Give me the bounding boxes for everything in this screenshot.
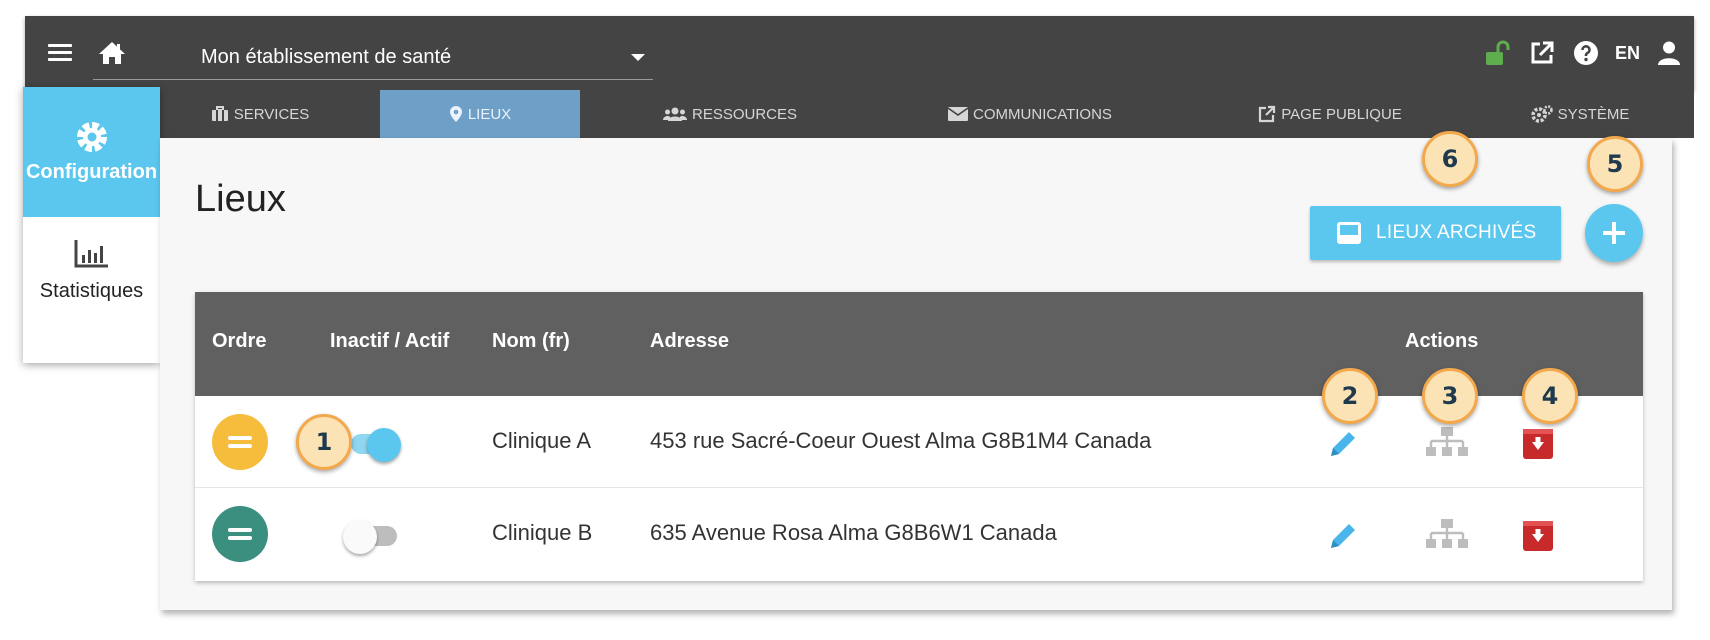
callout-3: 3 xyxy=(1422,368,1478,424)
external-link-icon[interactable] xyxy=(1527,38,1557,68)
sidebar-item-statistiques[interactable]: Statistiques xyxy=(23,217,160,347)
inbox-icon xyxy=(1337,222,1361,244)
app-screen: Mon établissement de santé EN SERVICES L… xyxy=(0,0,1710,640)
side-nav: Configuration Statistiques xyxy=(23,87,160,363)
add-location-button[interactable] xyxy=(1585,204,1643,262)
archived-button-label: LIEUX ARCHIVÉS xyxy=(1376,222,1537,243)
column-header-address: Adresse xyxy=(650,330,729,352)
help-icon[interactable] xyxy=(1571,38,1601,68)
archive-icon[interactable] xyxy=(1520,426,1556,462)
location-name: Clinique B xyxy=(492,520,593,545)
tab-systeme[interactable]: SYSTÈME xyxy=(1480,90,1680,138)
tab-lieux[interactable]: LIEUX xyxy=(380,90,580,138)
tab-label: RESSOURCES xyxy=(691,105,798,123)
top-app-bar: Mon établissement de santé EN xyxy=(25,16,1694,90)
tab-page-publique[interactable]: PAGE PUBLIQUE xyxy=(1200,90,1460,138)
tab-label: SERVICES xyxy=(233,105,310,123)
pencil-icon[interactable] xyxy=(1325,518,1361,554)
tab-services[interactable]: SERVICES xyxy=(160,90,360,138)
map-marker-icon xyxy=(449,106,462,122)
tab-label: PAGE PUBLIQUE xyxy=(1281,105,1402,123)
section-tabs: SERVICES LIEUX RESSOURCES COMMUNICATIONS… xyxy=(160,90,1694,138)
location-address: 453 rue Sacré-Coeur Ouest Alma G8B1M4 Ca… xyxy=(650,428,1152,453)
establishment-label: Mon établissement de santé xyxy=(201,46,452,68)
sidebar-item-label: Configuration xyxy=(25,161,158,183)
drag-handle-button[interactable] xyxy=(212,506,268,562)
page-title: Lieux xyxy=(195,178,286,220)
envelope-icon xyxy=(948,107,969,121)
sitemap-icon[interactable] xyxy=(1425,426,1469,462)
gear-icon xyxy=(77,122,107,152)
active-toggle[interactable] xyxy=(343,520,397,554)
callout-5: 5 xyxy=(1587,136,1643,192)
pencil-icon[interactable] xyxy=(1325,426,1361,462)
users-icon xyxy=(662,107,687,121)
user-icon[interactable] xyxy=(1654,38,1684,68)
column-header-name: Nom (fr) xyxy=(492,330,570,352)
column-header-order: Ordre xyxy=(212,330,267,352)
chevron-down-icon xyxy=(631,54,645,61)
cogs-icon xyxy=(1530,105,1553,123)
sidebar-item-label: Statistiques xyxy=(39,280,144,302)
establishment-select[interactable]: Mon établissement de santé xyxy=(93,16,653,80)
table-row: Clinique B 635 Avenue Rosa Alma G8B6W1 C… xyxy=(195,488,1643,580)
column-header-active: Inactif / Actif xyxy=(330,330,450,352)
archived-locations-button[interactable]: LIEUX ARCHIVÉS xyxy=(1310,206,1561,260)
tab-ressources[interactable]: RESSOURCES xyxy=(600,90,860,138)
locations-table: Ordre Inactif / Actif Nom (fr) Adresse A… xyxy=(195,292,1643,581)
active-toggle[interactable] xyxy=(345,428,401,462)
location-address: 635 Avenue Rosa Alma G8B6W1 Canada xyxy=(650,520,1057,545)
menu-icon[interactable] xyxy=(45,38,75,68)
callout-1: 1 xyxy=(296,414,352,470)
tab-label: LIEUX xyxy=(467,105,512,123)
callout-4: 4 xyxy=(1522,368,1578,424)
tab-label: SYSTÈME xyxy=(1557,105,1630,123)
archive-icon[interactable] xyxy=(1520,518,1556,554)
sidebar-item-configuration[interactable]: Configuration xyxy=(23,87,160,217)
header-tools: EN xyxy=(1483,36,1684,70)
column-header-actions: Actions xyxy=(1405,330,1479,352)
unlock-icon[interactable] xyxy=(1483,38,1513,68)
location-name: Clinique A xyxy=(492,428,592,453)
drag-handle-button[interactable] xyxy=(212,414,268,470)
tab-communications[interactable]: COMMUNICATIONS xyxy=(880,90,1180,138)
sitemap-icon[interactable] xyxy=(1425,518,1469,554)
bar-chart-icon xyxy=(74,240,108,268)
tab-label: COMMUNICATIONS xyxy=(973,105,1112,123)
callout-2: 2 xyxy=(1322,368,1378,424)
language-switch[interactable]: EN xyxy=(1615,43,1640,64)
briefcase-icon xyxy=(211,106,228,121)
callout-6: 6 xyxy=(1422,131,1478,187)
plus-icon xyxy=(1603,222,1625,244)
external-link-icon xyxy=(1259,105,1276,123)
